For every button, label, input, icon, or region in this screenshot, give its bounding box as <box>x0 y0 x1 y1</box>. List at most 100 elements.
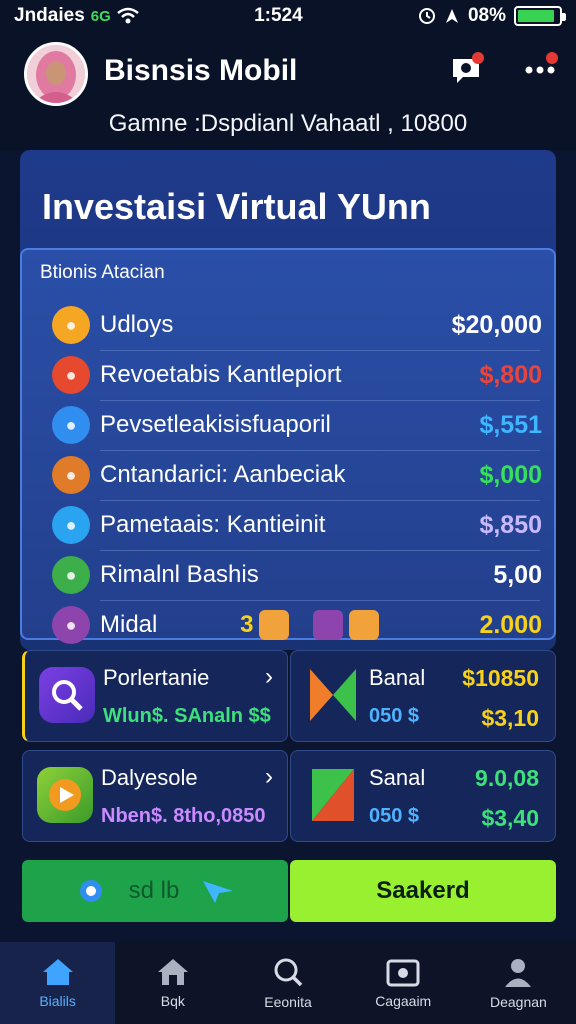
game-subtitle: Gamne :Dspdianl Vahaatl , 10800 <box>108 110 468 137</box>
globe-icon <box>79 880 102 902</box>
notification-badge <box>472 52 484 64</box>
chip-icon <box>313 610 344 640</box>
chevron-right-icon: › <box>265 663 273 690</box>
more-dots-icon <box>525 66 555 74</box>
carrier-label: Jndaies <box>14 5 85 26</box>
card-title: Banal <box>369 665 426 690</box>
more-button[interactable] <box>520 50 560 90</box>
chip-icon <box>259 610 290 640</box>
coin-icon: ● <box>52 306 90 344</box>
list-item[interactable]: ● Pevsetleakisisfuaporil $,551 <box>52 400 542 450</box>
arrow-icon <box>203 881 234 903</box>
nav-label: Cagaaim <box>375 993 432 1009</box>
list-item-value: $,800 <box>479 360 542 389</box>
list-item-value: $20,000 <box>451 310 542 339</box>
nav-item-search[interactable]: Eeonita <box>230 942 345 1024</box>
store-icon <box>157 959 188 985</box>
list-item-label: Pevsetleakisisfuaporil <box>100 411 331 438</box>
avatar-image <box>27 45 85 103</box>
bottom-nav: Bialils Bqk Eeonita Cagaaim Deagnan <box>0 942 576 1024</box>
list-header: Btionis Atacian <box>40 262 165 283</box>
list-item-label: Rimalnl Bashis <box>100 561 259 588</box>
card-banal[interactable]: Banal $10850 050 $ $3,10 <box>290 650 556 742</box>
nav-item-home[interactable]: Bialils <box>0 942 116 1024</box>
profile-icon <box>505 959 532 987</box>
card-title: Porlertanie <box>103 665 210 690</box>
list-item-label: Pametaais: Kantieinit <box>100 511 326 538</box>
battery-percent: 08% <box>467 5 506 26</box>
card-subtitle: Wlun$. SAnaln $$ <box>103 705 271 727</box>
home-icon <box>42 959 73 985</box>
list-item-value: $,551 <box>479 410 542 439</box>
list-item-label: Cntandarici: Aanbeciak <box>100 461 346 488</box>
investment-panel: Investaisi Virtual YUnn Btionis Atacian … <box>20 150 556 650</box>
card-porlertanie[interactable]: Porlertanie › Wlun$. SAnaln $$ <box>22 650 288 742</box>
asset-list: Btionis Atacian ● Udloys $20,000 ● Revoetabi… <box>20 248 556 644</box>
triangle-icon <box>305 767 361 823</box>
apps-icon: ● <box>52 406 90 444</box>
nav-label: Bqk <box>160 993 185 1009</box>
list-item-label: Revoetabis Kantlepiort <box>100 361 342 388</box>
secondary-action-button[interactable]: sd lb <box>22 860 288 922</box>
list-item[interactable]: ● Cntandarici: Aanbeciak $,000 <box>52 450 542 500</box>
secondary-action-label: sd lb <box>128 877 180 904</box>
nav-item-profile[interactable]: Deagnan <box>461 942 576 1024</box>
list-item-value: $,850 <box>479 510 542 539</box>
tools-icon: ● <box>52 356 90 394</box>
status-bar: Jndaies 6G 1:524 08% <box>0 0 576 32</box>
chip-icon <box>349 610 380 640</box>
list-item-value: 2.000 <box>479 610 542 639</box>
list-item[interactable]: ● Rimalnl Bashis 5,00 <box>52 550 542 600</box>
search-icon <box>274 958 303 987</box>
primary-action-label: Saakerd <box>376 877 470 904</box>
play-icon <box>37 767 93 823</box>
network-label: 6G <box>90 7 111 25</box>
nav-item-camera[interactable]: Cagaaim <box>346 942 461 1024</box>
nav-label: Deagnan <box>490 994 547 1010</box>
card-value-top: 9.0,08 <box>475 765 539 791</box>
card-subtitle: Nben$. 8tho,0850 <box>101 805 266 827</box>
list-item-label: Midal <box>100 611 158 638</box>
card-value-bottom: $3,40 <box>481 805 539 831</box>
battery-fill <box>517 10 554 22</box>
list-item[interactable]: ● Midal 3 2.000 <box>52 600 542 650</box>
card-sanal[interactable]: Sanal 9.0,08 050 $ $3,40 <box>290 750 556 842</box>
magnifier-icon <box>39 667 95 723</box>
panel-title: Investaisi Virtual YUnn <box>42 186 431 227</box>
list-item-value: 5,00 <box>493 560 542 589</box>
list-item[interactable]: ● Revoetabis Kantlepiort $,800 <box>52 350 542 400</box>
nav-item-store[interactable]: Bqk <box>115 942 230 1024</box>
chevron-right-icon: › <box>265 763 273 790</box>
card-dalyesole[interactable]: Dalyesole › Nben$. 8tho,0850 <box>22 750 288 842</box>
avatar[interactable] <box>24 42 88 106</box>
more-badge <box>546 52 558 64</box>
camera-icon <box>386 959 420 987</box>
list-item[interactable]: ● Udloys $20,000 <box>52 300 542 350</box>
card-value-bottom: $3,10 <box>481 705 539 731</box>
list-item[interactable]: ● Pametaais: Kantieinit $,850 <box>52 500 542 550</box>
card-subtitle: 050 $ <box>369 805 420 827</box>
nav-label: Bialils <box>39 993 76 1009</box>
app-title: Bisnsis Mobil <box>104 54 298 87</box>
count-label: 3 <box>240 611 254 638</box>
bow-tie-icon <box>305 667 361 723</box>
location-icon <box>445 9 458 23</box>
list-item-value: $,000 <box>479 460 542 489</box>
chart-icon: ● <box>52 556 90 594</box>
battery-icon <box>513 6 566 26</box>
nav-label: Eeonita <box>264 994 312 1010</box>
card-subtitle: 050 $ <box>369 705 420 727</box>
list-item-label: Udloys <box>100 311 174 338</box>
card-title: Dalyesole <box>101 765 198 790</box>
cloud-icon: ● <box>52 506 90 544</box>
wifi-icon <box>117 7 139 24</box>
alarm-icon <box>418 8 435 24</box>
primary-action-button[interactable]: Saakerd <box>290 860 556 922</box>
cross-icon: ● <box>52 606 90 644</box>
card-value-top: $10850 <box>462 665 539 691</box>
notification-button[interactable] <box>446 50 486 90</box>
app-header: Bisnsis Mobil Gamne :Dspdianl Vahaatl , … <box>0 32 576 150</box>
card-title: Sanal <box>369 765 426 790</box>
clock: 1:524 <box>254 5 303 26</box>
gear-icon: ● <box>52 456 90 494</box>
